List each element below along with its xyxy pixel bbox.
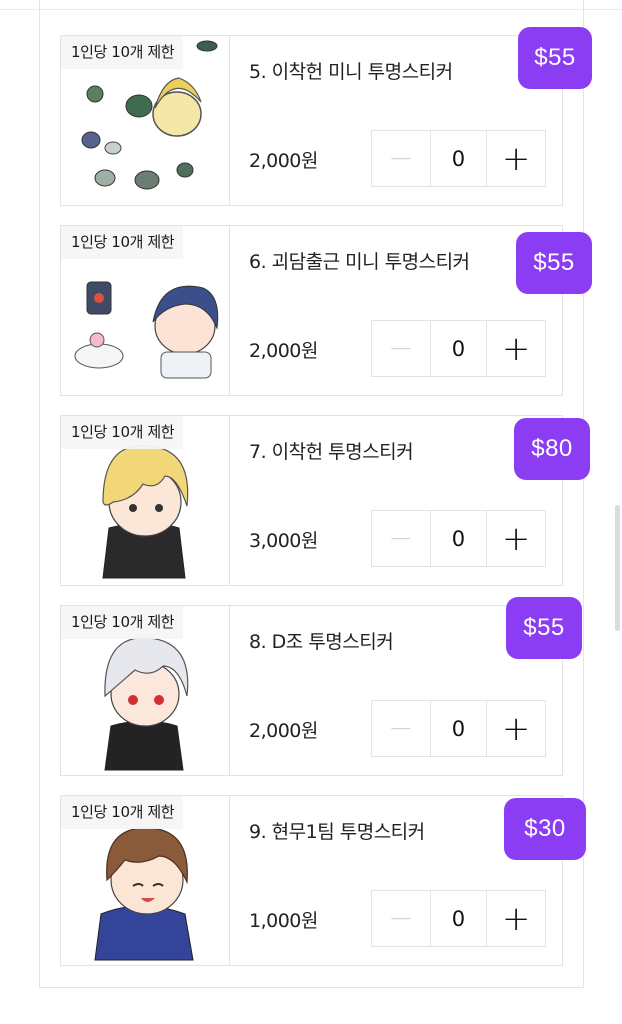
- plus-icon[interactable]: +: [487, 321, 545, 376]
- price-tag-7: $80: [514, 418, 590, 480]
- product-card-7: 1인당 10개 제한 7. 이착헌 투명스티커 3,000원 − 0 +: [60, 415, 563, 586]
- price-tag-9: $30: [504, 798, 586, 860]
- product-title: 5. 이착헌 미니 투명스티커: [249, 61, 453, 83]
- product-price: 2,000원: [249, 150, 318, 172]
- minus-icon[interactable]: −: [372, 131, 430, 186]
- product-title: 8. D조 투명스티커: [249, 631, 394, 653]
- product-card-5: 1인당 10개 제한 5. 이착헌 미니 투명스티커 2,000원 − 0 +: [60, 35, 563, 206]
- product-card-8: 1인당 10개 제한 8. D조 투명스티커 2,000원 − 0 +: [60, 605, 563, 776]
- product-image-8[interactable]: 1인당 10개 제한: [61, 606, 230, 775]
- plus-icon[interactable]: +: [487, 511, 545, 566]
- product-title: 9. 현무1팀 투명스티커: [249, 821, 425, 843]
- minus-icon[interactable]: −: [372, 511, 430, 566]
- plus-icon[interactable]: +: [487, 891, 545, 946]
- quantity-stepper: − 0 +: [371, 700, 546, 757]
- product-image-9[interactable]: 1인당 10개 제한: [61, 796, 230, 965]
- purchase-limit-badge: 1인당 10개 제한: [61, 606, 184, 639]
- product-image-5[interactable]: 1인당 10개 제한: [61, 36, 230, 205]
- product-price: 2,000원: [249, 340, 318, 362]
- product-title: 7. 이착헌 투명스티커: [249, 441, 414, 463]
- quantity-value[interactable]: 0: [429, 131, 488, 186]
- quantity-stepper: − 0 +: [371, 890, 546, 947]
- price-tag-8: $55: [506, 597, 582, 659]
- quantity-stepper: − 0 +: [371, 130, 546, 187]
- price-tag-6: $55: [516, 232, 592, 294]
- price-tag-5: $55: [518, 27, 592, 89]
- product-title: 6. 괴담출근 미니 투명스티커: [249, 251, 470, 273]
- plus-icon[interactable]: +: [487, 701, 545, 756]
- quantity-value[interactable]: 0: [429, 701, 488, 756]
- product-price: 2,000원: [249, 720, 318, 742]
- minus-icon[interactable]: −: [372, 701, 430, 756]
- quantity-stepper: − 0 +: [371, 320, 546, 377]
- scrollbar-thumb[interactable]: [615, 505, 620, 631]
- product-image-7[interactable]: 1인당 10개 제한: [61, 416, 230, 585]
- purchase-limit-badge: 1인당 10개 제한: [61, 416, 184, 449]
- quantity-stepper: − 0 +: [371, 510, 546, 567]
- product-price: 1,000원: [249, 910, 318, 932]
- product-image-6[interactable]: 1인당 10개 제한: [61, 226, 230, 395]
- purchase-limit-badge: 1인당 10개 제한: [61, 226, 184, 259]
- product-card-6: 1인당 10개 제한 6. 괴담출근 미니 투명스티커 2,000원 − 0 +: [60, 225, 563, 396]
- minus-icon[interactable]: −: [372, 891, 430, 946]
- product-card-9: 1인당 10개 제한 9. 현무1팀 투명스티커 1,000원 − 0 +: [60, 795, 563, 966]
- plus-icon[interactable]: +: [487, 131, 545, 186]
- product-price: 3,000원: [249, 530, 318, 552]
- purchase-limit-badge: 1인당 10개 제한: [61, 796, 184, 829]
- quantity-value[interactable]: 0: [429, 891, 488, 946]
- purchase-limit-badge: 1인당 10개 제한: [61, 36, 184, 69]
- quantity-value[interactable]: 0: [429, 511, 488, 566]
- quantity-value[interactable]: 0: [429, 321, 488, 376]
- minus-icon[interactable]: −: [372, 321, 430, 376]
